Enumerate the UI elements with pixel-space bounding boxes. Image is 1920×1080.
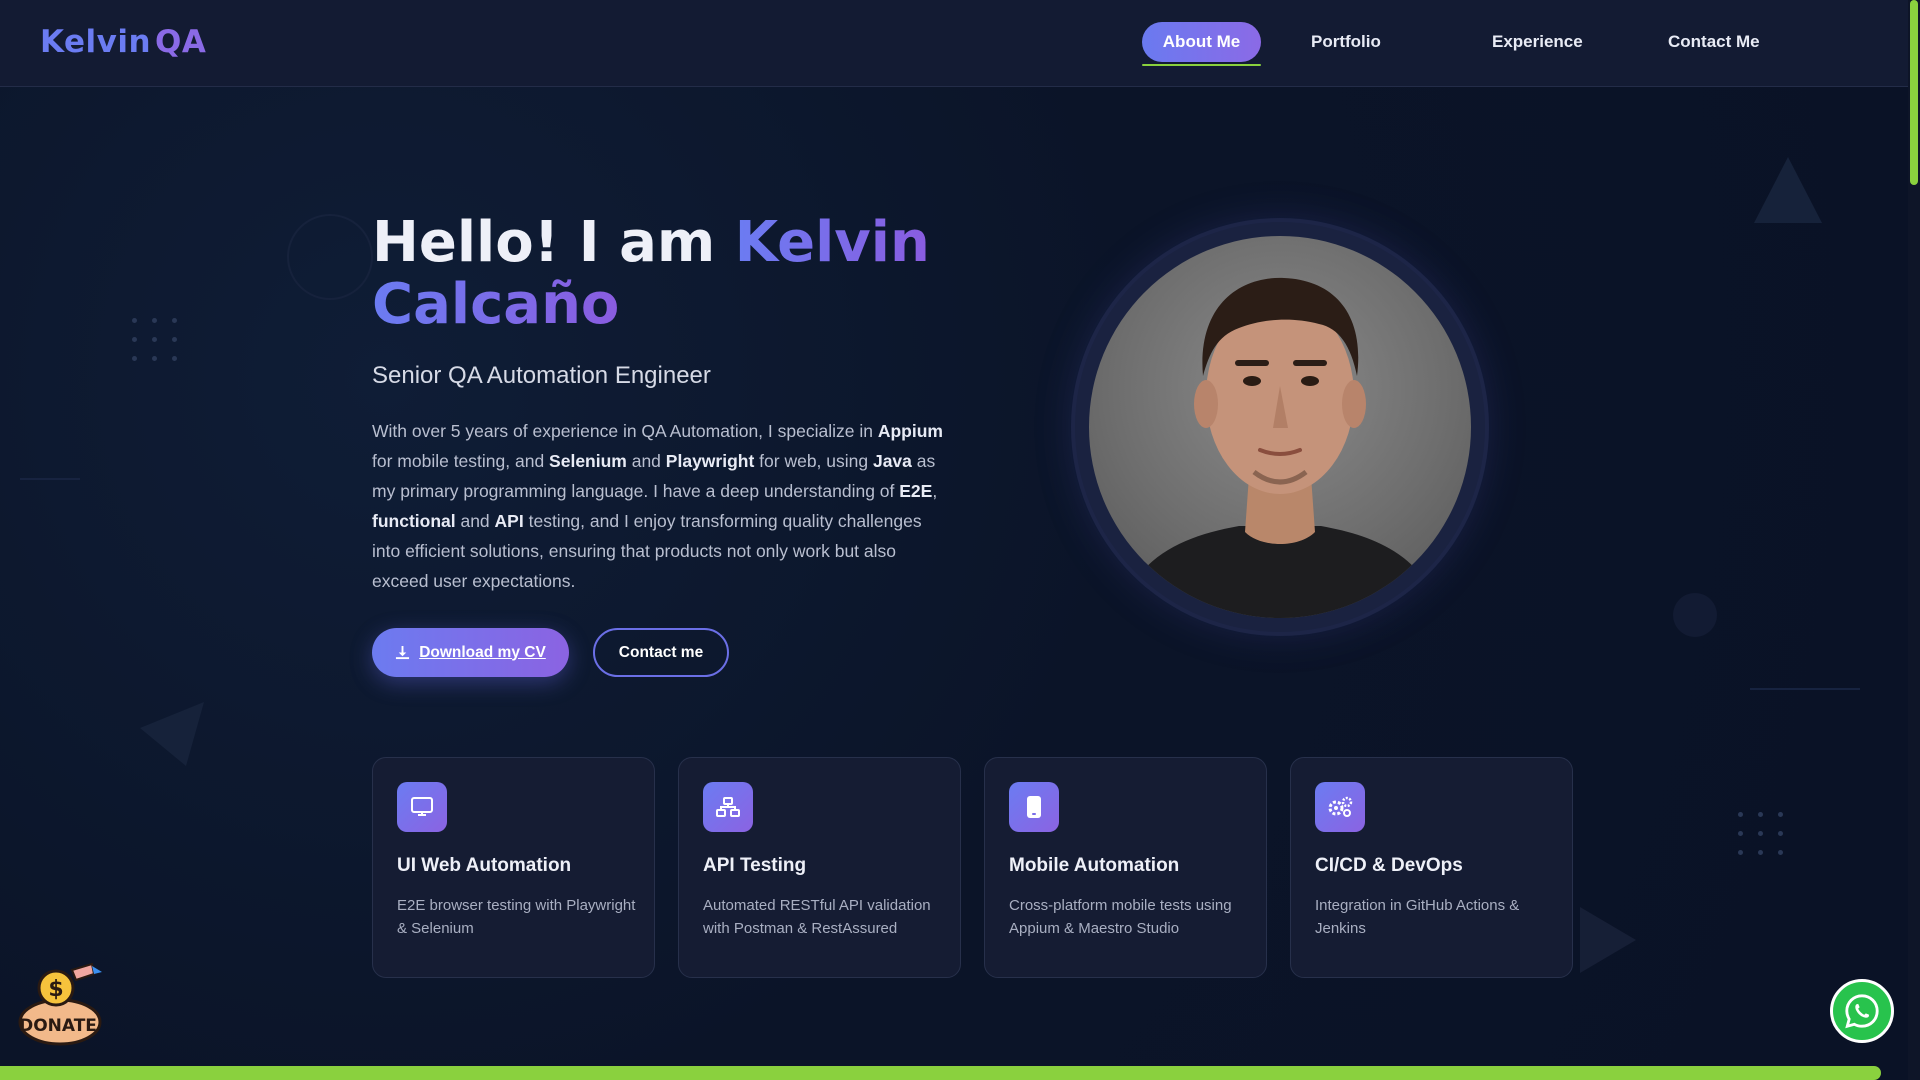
bio-keyword: E2E — [899, 481, 933, 501]
triangle-decoration — [1580, 907, 1636, 973]
logo-text-kelvin: Kelvin — [40, 24, 152, 60]
bio-keyword: functional — [372, 511, 456, 531]
bio-text: for mobile testing, and — [372, 451, 550, 471]
nav-portfolio[interactable]: Portfolio — [1294, 22, 1398, 62]
card-title: API Testing — [703, 855, 807, 876]
bio-text: and — [626, 451, 666, 471]
job-title: Senior QA Automation Engineer — [372, 362, 711, 389]
bio-text: for web, using — [754, 451, 873, 471]
nav-experience[interactable]: Experience — [1475, 22, 1600, 62]
bio-keyword: Selenium — [549, 451, 627, 471]
line-decoration — [20, 478, 80, 480]
monitor-icon — [397, 782, 447, 832]
triangle-decoration — [140, 702, 204, 766]
service-card-api: API Testing Automated RESTful API valida… — [678, 757, 961, 978]
card-title: UI Web Automation — [397, 855, 572, 876]
logo-text-qa: QA — [155, 24, 207, 60]
card-title: CI/CD & DevOps — [1315, 855, 1463, 876]
hero-name-last: Calcaño — [372, 272, 620, 337]
hero-greeting: Hello! I am — [372, 210, 735, 275]
card-description: Integration in GitHub Actions & Jenkins — [1315, 897, 1520, 937]
bio-text: With over 5 years of experience in QA Au… — [372, 421, 878, 441]
bio-keyword: API — [494, 511, 524, 531]
dots-decoration — [132, 318, 178, 361]
bio-text: , — [932, 481, 938, 501]
gears-icon — [1315, 782, 1365, 832]
nav-contact-me[interactable]: Contact Me — [1651, 22, 1777, 62]
service-card-ui-web: UI Web Automation E2E browser testing wi… — [372, 757, 655, 978]
hero-heading: Hello! I am Kelvin Calcaño — [372, 212, 972, 336]
download-cv-label: Download my CV — [419, 643, 546, 661]
circle-outline-decoration — [287, 214, 373, 300]
card-title: Mobile Automation — [1009, 855, 1180, 876]
line-decoration — [1750, 688, 1860, 690]
donate-button[interactable]: $ DONATE — [14, 958, 106, 1050]
circle-decoration — [1673, 593, 1717, 637]
site-logo[interactable]: Kelvin QA — [40, 24, 206, 60]
nav-about-me[interactable]: About Me — [1142, 22, 1261, 66]
hero-name-first: Kelvin — [734, 210, 930, 275]
card-description: Cross-platform mobile tests using Appium… — [1009, 897, 1232, 937]
triangle-decoration — [1754, 157, 1822, 223]
bio-paragraph: With over 5 years of experience in QA Au… — [372, 416, 952, 596]
donate-label: DONATE — [19, 1016, 97, 1036]
network-icon — [703, 782, 753, 832]
profile-photo — [1089, 236, 1471, 618]
bio-text: and — [455, 511, 495, 531]
bio-keyword: Appium — [877, 421, 943, 441]
svg-text:$: $ — [48, 977, 63, 1002]
download-cv-button[interactable]: Download my CV — [372, 628, 569, 677]
contact-me-button[interactable]: Contact me — [593, 628, 729, 677]
dots-decoration — [1738, 812, 1784, 855]
top-navbar: Kelvin QA About Me Portfolio Experience C… — [0, 0, 1908, 87]
service-card-mobile: Mobile Automation Cross-platform mobile … — [984, 757, 1267, 978]
whatsapp-button[interactable] — [1830, 979, 1894, 1043]
card-description: Automated RESTful API validation with Po… — [703, 897, 931, 937]
page: Kelvin QA About Me Portfolio Experience C… — [0, 0, 1920, 1080]
bio-keyword: Playwright — [665, 451, 755, 471]
profile-photo-frame — [1075, 222, 1485, 632]
download-icon — [396, 645, 410, 660]
mobile-icon — [1009, 782, 1059, 832]
scrollbar[interactable] — [1908, 0, 1920, 1080]
whatsapp-icon — [1845, 994, 1879, 1029]
card-description: E2E browser testing with Playwright & Se… — [397, 897, 636, 937]
bio-keyword: Java — [872, 451, 912, 471]
scroll-progress-bar — [0, 1066, 1881, 1080]
service-card-cicd: CI/CD & DevOps Integration in GitHub Act… — [1290, 757, 1573, 978]
scrollbar-thumb[interactable] — [1910, 0, 1918, 185]
